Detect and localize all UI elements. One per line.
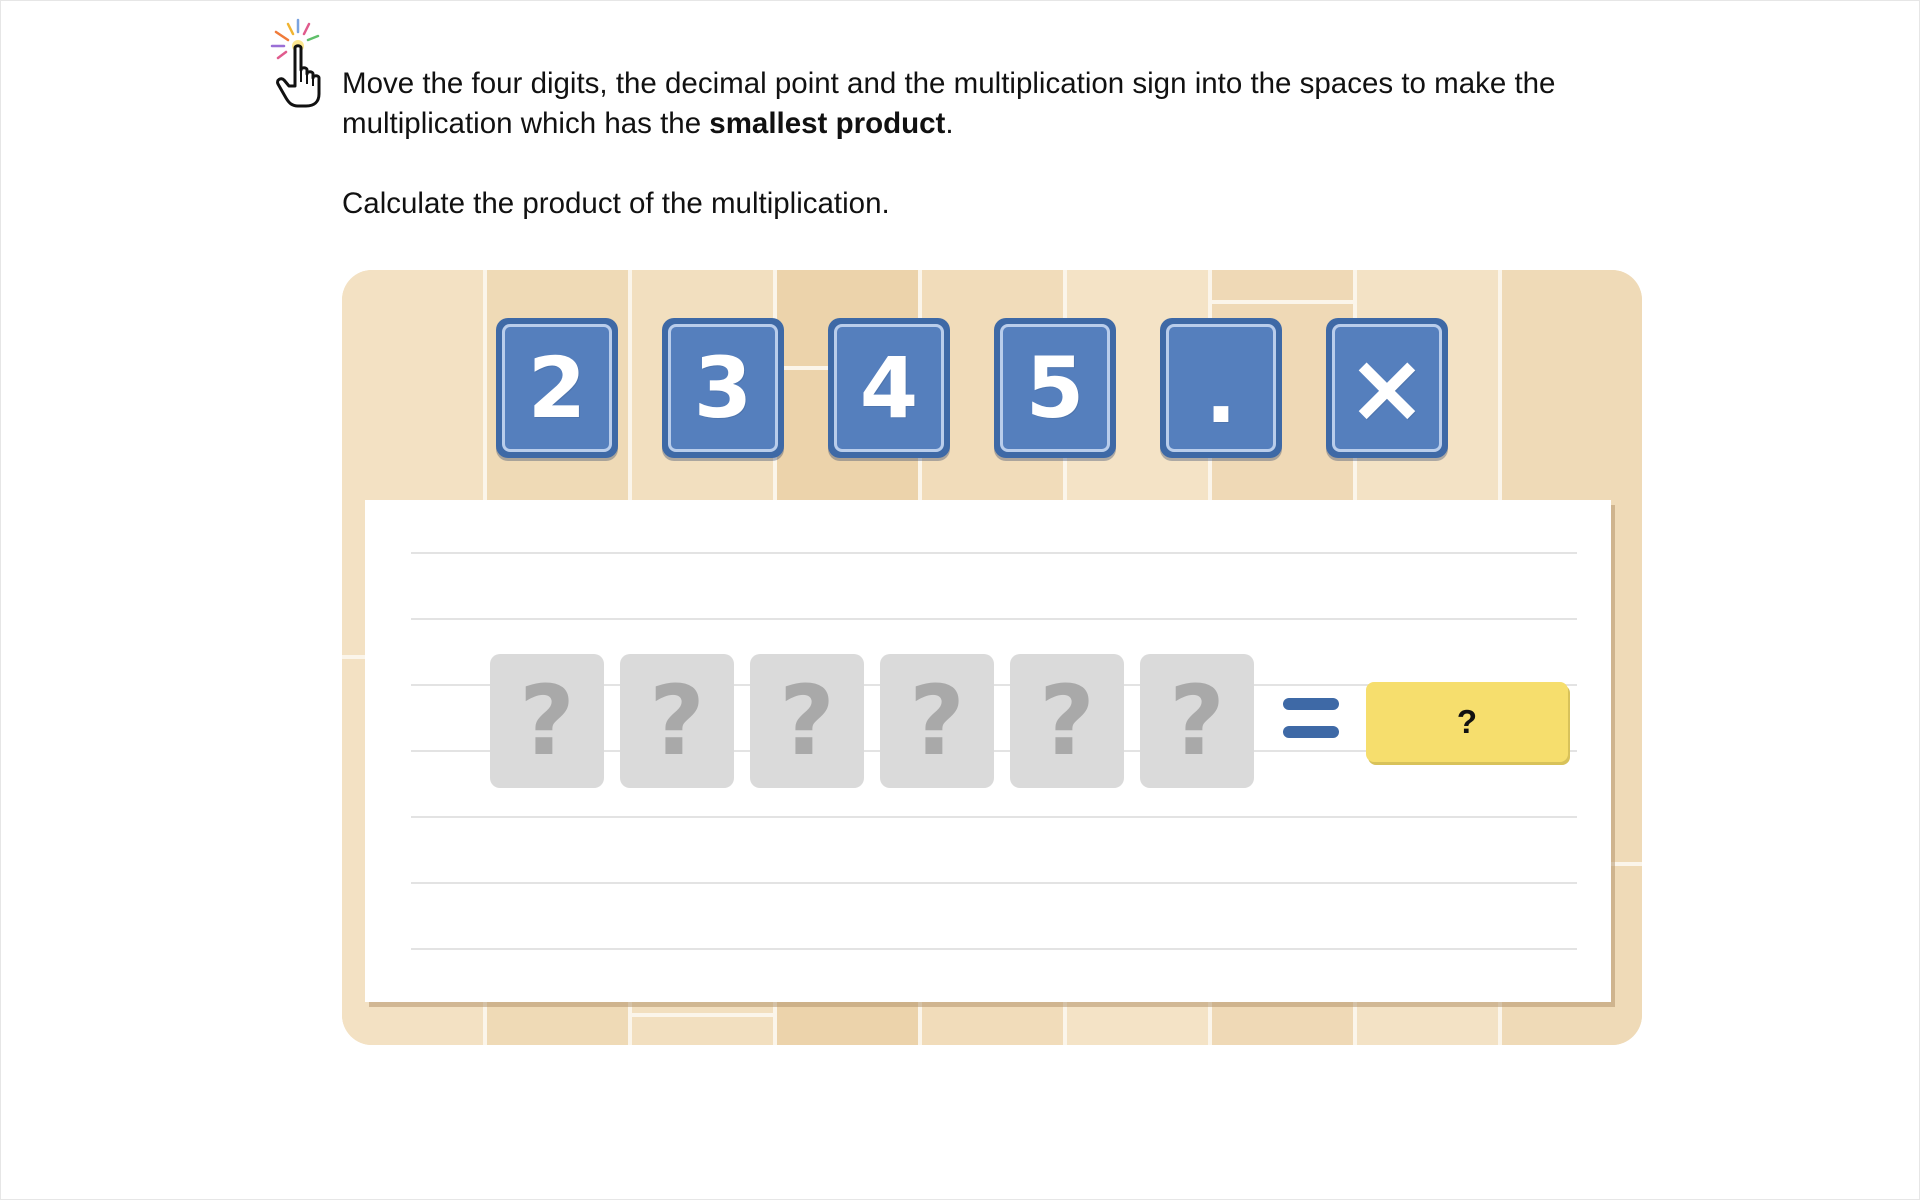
instruction-emphasis: smallest product [709, 107, 946, 140]
answer-input[interactable]: ? [1366, 682, 1568, 762]
paper-rule [411, 618, 1577, 620]
hand-pointer-icon [270, 18, 321, 108]
equals-bar [1283, 698, 1339, 710]
plank-seam [1212, 300, 1353, 304]
digit-tile-4[interactable]: 4 [828, 318, 950, 458]
tile-label: 3 [668, 324, 778, 452]
paper-rule [411, 882, 1577, 884]
tile-label: 2 [502, 324, 612, 452]
tile-label: × [1332, 324, 1442, 452]
drop-slot-2[interactable]: ? [620, 654, 734, 788]
equals-icon [1283, 698, 1339, 744]
paper-rule [411, 816, 1577, 818]
drop-slot-3[interactable]: ? [750, 654, 864, 788]
drop-slot-5[interactable]: ? [1010, 654, 1124, 788]
drop-slot-1[interactable]: ? [490, 654, 604, 788]
instruction-period: . [945, 107, 954, 140]
drop-slot-4[interactable]: ? [880, 654, 994, 788]
activity-page: Move the four digits, the decimal point … [0, 0, 1920, 1202]
decimal-point-tile[interactable]: . [1160, 318, 1282, 458]
drop-slot-6[interactable]: ? [1140, 654, 1254, 788]
paper-rule [411, 552, 1577, 554]
equals-bar [1283, 726, 1339, 738]
instruction-calculate: Calculate the product of the multiplicat… [342, 187, 890, 220]
digit-tile-5[interactable]: 5 [994, 318, 1116, 458]
tile-label: 5 [1000, 324, 1110, 452]
instructions: Move the four digits, the decimal point … [342, 64, 1672, 224]
paper-rule [411, 948, 1577, 950]
tile-label: . [1166, 324, 1276, 452]
digit-tile-3[interactable]: 3 [662, 318, 784, 458]
multiplication-sign-tile[interactable]: × [1326, 318, 1448, 458]
answer-paper: ? ? ? ? ? ? ? [365, 500, 1611, 1002]
tile-label: 4 [834, 324, 944, 452]
instruction-main: Move the four digits, the decimal point … [342, 64, 1672, 144]
plank-seam [632, 1013, 773, 1017]
digit-tile-2[interactable]: 2 [496, 318, 618, 458]
